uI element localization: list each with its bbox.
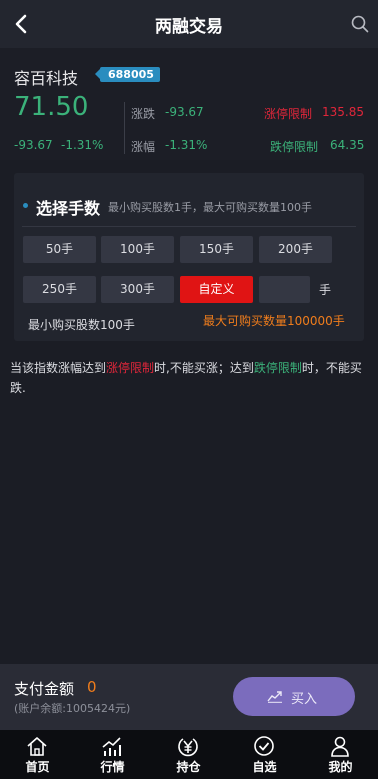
limit-down-label: 跌停限制 [270,140,319,154]
tab-watchlist[interactable]: 自选 [227,730,302,779]
notice-text: 时,不能买涨；达到 [154,361,254,375]
tab-label: 行情 [100,760,125,774]
tab-label: 持仓 [176,760,201,774]
quantity-unit: 手 [319,283,332,297]
tab-profile[interactable]: 我的 [303,730,378,779]
divider [124,102,125,154]
check-circle-icon [254,736,274,756]
payment-label: 支付金额 [14,680,75,698]
qty-option-50[interactable]: 50手 [23,236,96,263]
stock-info: 容百科技 688005 71.50 -93.67 -1.31% 涨跌 -93.6… [0,48,378,160]
bottom-tab-bar: 首页 行情 持仓 自选 我的 [0,730,378,779]
change-value: -93.67 [165,105,204,119]
change-pct-value: -1.31% [165,138,208,152]
max-quantity-text: 最大可购买数量100000手 [203,314,345,328]
account-balance: (账户余额:1005424元) [14,702,131,715]
bullet-dot [23,203,28,208]
qty-option-100[interactable]: 100手 [101,236,174,263]
custom-quantity-input[interactable] [259,276,310,303]
tab-market[interactable]: 行情 [75,730,150,779]
qty-option-150[interactable]: 150手 [180,236,253,263]
qty-option-200[interactable]: 200手 [259,236,332,263]
price-change-pct: -1.31% [61,138,104,152]
notice-limit-down: 跌停限制 [253,361,302,375]
price-change: -93.67 [14,138,53,152]
buy-button-label: 买入 [291,692,318,707]
header-bar: 两融交易 [0,0,378,48]
notice-text: 当该指数涨幅达到 [10,361,107,375]
change-pct-label: 涨幅 [131,140,156,154]
quantity-title: 选择手数 [36,199,101,218]
tab-home[interactable]: 首页 [0,730,75,779]
page-title: 两融交易 [155,17,223,37]
tab-positions[interactable]: 持仓 [151,730,226,779]
buy-button[interactable]: 买入 [233,677,355,716]
stock-name: 容百科技 [14,69,79,88]
divider [22,226,356,227]
stock-price: 71.50 [14,92,89,122]
stock-code-badge: 688005 [95,67,160,82]
quantity-panel: 选择手数 最小购买股数1手，最大可购买数量100手 50手 100手 150手 … [14,173,364,341]
tab-label: 首页 [25,760,50,774]
qty-option-custom[interactable]: 自定义 [180,276,253,303]
search-icon[interactable] [350,14,370,34]
yuan-icon [178,738,198,757]
quantity-note: 最小购买股数1手，最大可购买数量100手 [108,201,312,214]
payment-amount: 0 [87,678,97,696]
payment-bar: 支付金额 0 (账户余额:1005424元) 买入 [0,664,378,730]
qty-option-300[interactable]: 300手 [101,276,174,303]
home-icon [27,737,47,756]
trading-notice: 当该指数涨幅达到涨停限制时,不能买涨；达到跌停限制时，不能买跌. [10,358,372,398]
limit-up-label: 涨停限制 [264,107,313,121]
limit-up-value: 135.85 [322,105,364,119]
change-label: 涨跌 [131,107,156,121]
limit-down-value: 64.35 [330,138,365,152]
chart-icon [267,691,282,703]
qty-option-250[interactable]: 250手 [23,276,96,303]
user-icon [331,736,349,757]
min-quantity-text: 最小购买股数100手 [28,318,135,332]
tab-label: 自选 [252,760,277,774]
market-icon [102,737,121,756]
tab-label: 我的 [328,760,353,774]
notice-limit-up: 涨停限制 [106,361,155,375]
